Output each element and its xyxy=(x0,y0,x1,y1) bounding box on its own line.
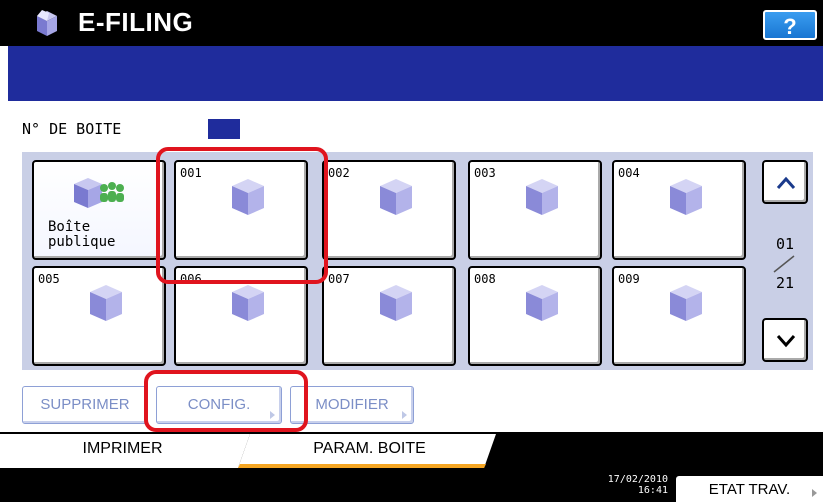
chevron-up-icon xyxy=(776,176,796,189)
box-number-label: N° DE BOITE xyxy=(22,120,122,138)
tab-box-settings[interactable]: PARAM. BOITE xyxy=(252,434,487,466)
highlight-box-001 xyxy=(156,147,328,284)
page-title: E-FILING xyxy=(78,7,194,37)
box-cube-icon xyxy=(526,179,558,215)
box-number: 009 xyxy=(618,272,640,286)
total-pages: 21 xyxy=(776,274,795,292)
page-divider xyxy=(773,255,795,273)
public-box-label: Boîte publique xyxy=(48,219,116,250)
date-text: 17/02/2010 xyxy=(607,474,668,485)
box-tile-009[interactable]: 009 xyxy=(612,266,746,366)
job-status-label: ETAT TRAV. xyxy=(708,481,791,498)
job-status-button[interactable]: ETAT TRAV. xyxy=(676,476,823,502)
box-number-field[interactable] xyxy=(208,119,240,139)
box-number: 005 xyxy=(38,272,60,286)
delete-button[interactable]: SUPPRIMER xyxy=(22,386,148,424)
public-box-icon xyxy=(74,178,124,208)
box-cube-icon xyxy=(526,285,558,321)
box-number: 007 xyxy=(328,272,350,286)
chevron-down-icon xyxy=(776,335,796,348)
box-number: 004 xyxy=(618,166,640,180)
modify-button[interactable]: MODIFIER xyxy=(290,386,414,424)
box-cube-icon xyxy=(670,179,702,215)
box-tile-003[interactable]: 003 xyxy=(468,160,602,260)
modify-label: MODIFIER xyxy=(315,396,389,413)
tab-print[interactable]: IMPRIMER xyxy=(0,434,245,466)
date-time: 17/02/2010 16:41 xyxy=(588,474,668,496)
header-band xyxy=(8,46,823,101)
box-number: 002 xyxy=(328,166,350,180)
submenu-arrow-icon xyxy=(402,411,407,419)
time-text: 16:41 xyxy=(637,485,668,496)
box-number: 008 xyxy=(474,272,496,286)
box-tile-007[interactable]: 007 xyxy=(322,266,456,366)
box-cube-icon xyxy=(380,285,412,321)
box-tile-004[interactable]: 004 xyxy=(612,160,746,260)
delete-label: SUPPRIMER xyxy=(40,396,130,413)
page-up-button[interactable] xyxy=(762,160,808,204)
box-tile-002[interactable]: 002 xyxy=(322,160,456,260)
highlight-config xyxy=(144,370,308,432)
box-number: 003 xyxy=(474,166,496,180)
box-tile-008[interactable]: 008 xyxy=(468,266,602,366)
box-tile-005[interactable]: 005 xyxy=(32,266,166,366)
box-cube-icon xyxy=(90,285,122,321)
box-cube-icon xyxy=(670,285,702,321)
public-box-tile[interactable]: Boîte publique xyxy=(32,160,166,260)
box-cube-icon xyxy=(380,179,412,215)
help-button[interactable]: ? xyxy=(763,10,817,40)
page-down-button[interactable] xyxy=(762,318,808,362)
submenu-arrow-icon xyxy=(812,489,817,497)
e-filing-box-icon xyxy=(37,10,57,36)
box-cube-icon xyxy=(232,285,264,321)
current-page: 01 xyxy=(776,235,795,253)
